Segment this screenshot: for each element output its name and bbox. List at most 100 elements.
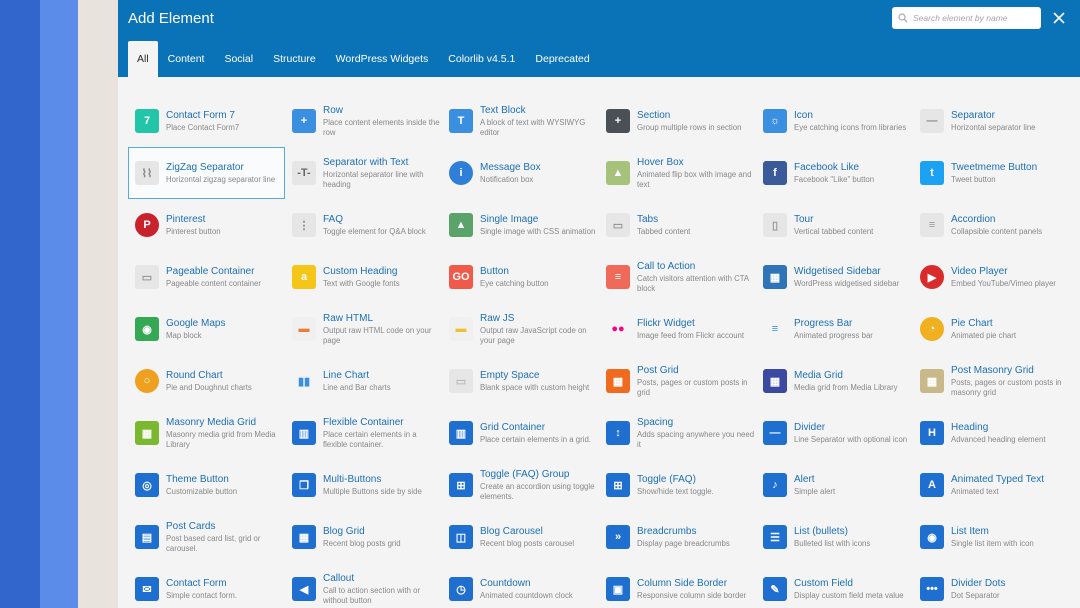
element-item-masonry-media-grid[interactable]: ▦ Masonry Media Grid Masonry media grid fr… [128,407,285,459]
widgetised-sidebar-icon: ▦ [763,265,787,289]
element-name: Hover Box [637,156,684,168]
element-description: Posts, pages or custom posts in masonry … [951,377,1062,397]
element-item-google-maps[interactable]: ◉ Google Maps Map block [128,303,285,355]
element-item-list-item[interactable]: ◉ List Item Single list item with icon [913,511,1070,563]
element-name: Widgetised Sidebar [794,265,881,277]
element-description: Animated progress bar [794,330,873,340]
element-item-empty-space[interactable]: ▭ Empty Space Blank space with custom heig… [442,355,599,407]
element-item-facebook-like[interactable]: f Facebook Like Facebook "Like" button [756,147,913,199]
tab-deprecated[interactable]: Deprecated [525,41,599,77]
element-item-zigzag-separator[interactable]: ⌇⌇ ZigZag Separator Horizontal zigzag sepa… [128,147,285,199]
search-input[interactable] [913,13,1033,23]
element-item-column-side-border[interactable]: ▣ Column Side Border Responsive column sid… [599,563,756,608]
tab-wordpress-widgets[interactable]: WordPress Widgets [326,41,439,77]
element-item-tweetmeme-button[interactable]: t Tweetmeme Button Tweet button [913,147,1070,199]
element-name: Flickr Widget [637,317,695,329]
element-description: Image feed from Flickr account [637,330,745,340]
element-item-post-grid[interactable]: ▦ Post Grid Posts, pages or custom posts i… [599,355,756,407]
element-description: Simple contact form. [166,590,238,600]
element-item-heading[interactable]: H Heading Advanced heading element [913,407,1070,459]
element-item-round-chart[interactable]: ○ Round Chart Pie and Doughnut charts [128,355,285,407]
close-button[interactable] [1051,10,1067,26]
spacing-icon: ↕ [606,421,630,445]
element-item-pie-chart[interactable]: ◔ Pie Chart Animated pie chart [913,303,1070,355]
element-item-blog-carousel[interactable]: ◫ Blog Carousel Recent blog posts carousel [442,511,599,563]
element-item-countdown[interactable]: ◷ Countdown Animated countdown clock [442,563,599,608]
element-item-toggle-faq[interactable]: ⊞ Toggle (FAQ) Show/hide text toggle. [599,459,756,511]
element-item-custom-heading[interactable]: a Custom Heading Text with Google fonts [285,251,442,303]
element-item-contact-form-7[interactable]: 7 Contact Form 7 Place Contact Form7 [128,95,285,147]
tab-all[interactable]: All [128,41,158,77]
element-text: Pie Chart Animated pie chart [951,318,1069,341]
element-name: List Item [951,525,989,537]
element-item-video-player[interactable]: ▶ Video Player Embed YouTube/Vimeo player [913,251,1070,303]
element-item-message-box[interactable]: i Message Box Notification box [442,147,599,199]
element-item-button[interactable]: GO Button Eye catching button [442,251,599,303]
element-item-spacing[interactable]: ↕ Spacing Adds spacing anywhere you need i… [599,407,756,459]
element-item-line-chart[interactable]: ▮▮ Line Chart Line and Bar charts [285,355,442,407]
add-element-modal: Add Element AllContentSocialStructureWor… [118,0,1080,608]
element-text: ZigZag Separator Horizontal zigzag separa… [166,162,284,185]
element-item-custom-field[interactable]: ✎ Custom Field Display custom field meta v… [756,563,913,608]
element-description: Tabbed content [637,226,691,236]
element-description: Call to action section with or without b… [323,585,421,605]
element-item-list-bullets[interactable]: ☰ List (bullets) Bulleted list with icons [756,511,913,563]
background-panel-beige [78,0,118,608]
element-name: Custom Heading [323,265,398,277]
element-item-tour[interactable]: ▯ Tour Vertical tabbed content [756,199,913,251]
element-item-call-to-action[interactable]: ≡ Call to Action Catch visitors attention … [599,251,756,303]
element-item-separator[interactable]: — Separator Horizontal separator line [913,95,1070,147]
element-name: Tour [794,213,814,225]
row-plus-icon: + [292,109,316,133]
element-item-raw-html[interactable]: ▬ Raw HTML Output raw HTML code on your pa… [285,303,442,355]
tab-colorlib-v4-5-1[interactable]: Colorlib v4.5.1 [438,41,525,77]
element-name: Message Box [480,161,541,173]
element-item-divider[interactable]: — Divider Line Separator with optional ico… [756,407,913,459]
element-item-flexible-container[interactable]: ▥ Flexible Container Place certain element… [285,407,442,459]
element-item-text-block[interactable]: T Text Block A block of text with WYSIWYG … [442,95,599,147]
faq-icon: ⋮ [292,213,316,237]
element-item-widgetised-sidebar[interactable]: ▦ Widgetised Sidebar WordPress widgetised … [756,251,913,303]
tab-structure[interactable]: Structure [263,41,326,77]
element-item-pageable-container[interactable]: ▭ Pageable Container Pageable content cont… [128,251,285,303]
element-item-progress-bar[interactable]: ≡ Progress Bar Animated progress bar [756,303,913,355]
tab-content[interactable]: Content [158,41,215,77]
element-name: Line Chart [323,369,370,381]
element-item-faq[interactable]: ⋮ FAQ Toggle element for Q&A block [285,199,442,251]
element-item-section[interactable]: + Section Group multiple rows in section [599,95,756,147]
element-item-theme-button[interactable]: ◎ Theme Button Customizable button [128,459,285,511]
element-item-hover-box[interactable]: ▲ Hover Box Animated flip box with image a… [599,147,756,199]
element-name: Multi-Buttons [323,473,382,485]
element-item-icon[interactable]: ☼ Icon Eye catching icons from libraries [756,95,913,147]
element-item-animated-typed-text[interactable]: A Animated Typed Text Animated text [913,459,1070,511]
video-player-icon: ▶ [920,265,944,289]
empty-space-icon: ▭ [449,369,473,393]
element-item-accordion[interactable]: ≡ Accordion Collapsible content panels [913,199,1070,251]
element-item-single-image[interactable]: ▲ Single Image Single image with CSS anima… [442,199,599,251]
element-item-callout[interactable]: ◀ Callout Call to action section with or w… [285,563,442,608]
search-box[interactable] [892,7,1041,29]
element-text: FAQ Toggle element for Q&A block [323,214,441,237]
element-description: Tweet button [951,174,996,184]
element-item-post-cards[interactable]: ▤ Post Cards Post based card list, grid or… [128,511,285,563]
element-item-media-grid[interactable]: ▦ Media Grid Media grid from Media Library [756,355,913,407]
element-description: Embed YouTube/Vimeo player [951,278,1056,288]
element-item-contact-form[interactable]: ✉ Contact Form Simple contact form. [128,563,285,608]
element-item-grid-container[interactable]: ▥ Grid Container Place certain elements in… [442,407,599,459]
element-item-breadcrumbs[interactable]: » Breadcrumbs Display page breadcrumbs [599,511,756,563]
element-item-flickr-widget[interactable]: ●● Flickr Widget Image feed from Flickr ac… [599,303,756,355]
element-item-divider-dots[interactable]: ••• Divider Dots Dot Separator [913,563,1070,608]
element-item-post-masonry-grid[interactable]: ▦ Post Masonry Grid Posts, pages or custom… [913,355,1070,407]
element-item-toggle-faq-group[interactable]: ⊞ Toggle (FAQ) Group Create an accordion u… [442,459,599,511]
element-item-separator-with-text[interactable]: -T- Separator with Text Horizontal separat… [285,147,442,199]
element-description: Display page breadcrumbs [637,538,730,548]
element-item-alert[interactable]: ♪ Alert Simple alert [756,459,913,511]
element-item-blog-grid[interactable]: ▦ Blog Grid Recent blog posts grid [285,511,442,563]
element-item-tabs[interactable]: ▭ Tabs Tabbed content [599,199,756,251]
element-item-multi-buttons[interactable]: ❐ Multi-Buttons Multiple Buttons side by s… [285,459,442,511]
element-item-row[interactable]: + Row Place content elements inside the ro… [285,95,442,147]
element-item-pinterest[interactable]: P Pinterest Pinterest button [128,199,285,251]
element-item-raw-js[interactable]: ▬ Raw JS Output raw JavaScript code on you… [442,303,599,355]
tab-social[interactable]: Social [214,41,263,77]
element-name: Blog Carousel [480,525,543,537]
